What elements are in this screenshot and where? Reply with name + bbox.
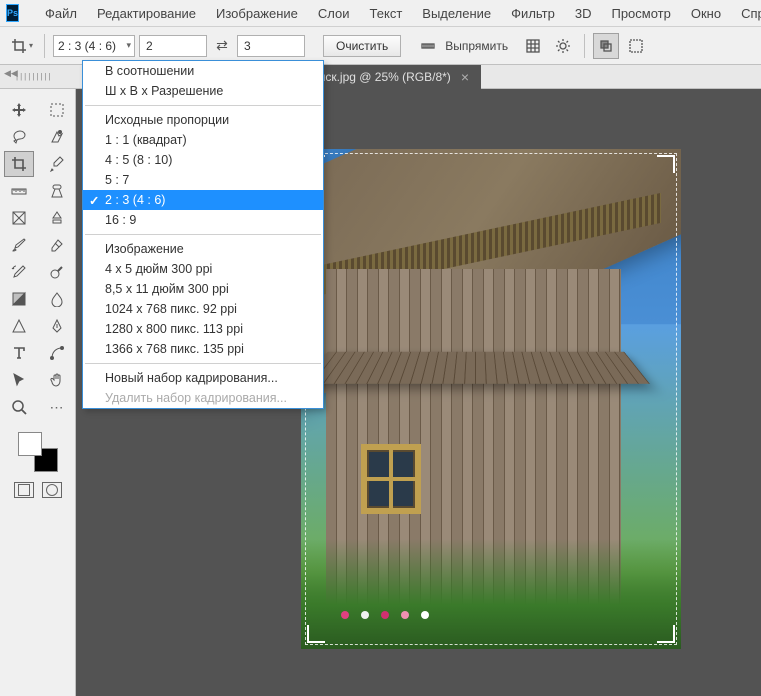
gradient-tool[interactable]: [4, 286, 34, 312]
collapse-panels-icon[interactable]: ◀◀: [4, 68, 18, 79]
chevron-down-icon: ▾: [126, 40, 131, 51]
dd-preset-4x5[interactable]: 4 x 5 дюйм 300 ppi: [83, 259, 323, 279]
menu-file[interactable]: Файл: [35, 0, 87, 27]
content-aware-icon[interactable]: [623, 33, 649, 59]
lasso-tool[interactable]: [4, 124, 34, 150]
foreground-color[interactable]: [18, 432, 42, 456]
dd-new-preset[interactable]: Новый набор кадрирования...: [83, 368, 323, 388]
menu-select[interactable]: Выделение: [412, 0, 501, 27]
hand-tool[interactable]: [42, 367, 72, 393]
type-tool[interactable]: [4, 340, 34, 366]
healing-brush-tool[interactable]: [42, 178, 72, 204]
menu-filter[interactable]: Фильтр: [501, 0, 565, 27]
dd-ratio-mode[interactable]: В соотношении: [83, 61, 323, 81]
dd-ratio-4-5[interactable]: 4 : 5 (8 : 10): [83, 150, 323, 170]
shape-tool[interactable]: [4, 313, 34, 339]
crop-height-input[interactable]: 3: [237, 35, 305, 57]
crop-ratio-value: 2 : 3 (4 : 6): [58, 39, 116, 53]
straighten-label[interactable]: Выпрямить: [445, 39, 508, 53]
crop-tool-preset-icon[interactable]: ▾: [8, 32, 36, 60]
path-tool[interactable]: [42, 340, 72, 366]
crop-handle-bl[interactable]: [307, 625, 325, 643]
eraser-tool[interactable]: [42, 232, 72, 258]
dodge-tool[interactable]: [42, 259, 72, 285]
brush-tool[interactable]: [4, 232, 34, 258]
dd-preset-1280[interactable]: 1280 x 800 пикс. 113 ppi: [83, 319, 323, 339]
divider: [584, 34, 585, 58]
dd-ratio-5-7[interactable]: 5 : 7: [83, 170, 323, 190]
screen-mode-icon[interactable]: [42, 482, 62, 498]
document-tab-title: инск.jpg @ 25% (RGB/8*): [312, 70, 451, 84]
dd-preset-1366[interactable]: 1366 x 768 пикс. 135 ppi: [83, 339, 323, 359]
crop-width-input[interactable]: 2: [139, 35, 207, 57]
eyedropper-tool[interactable]: [42, 151, 72, 177]
menu-text[interactable]: Текст: [360, 0, 413, 27]
app-logo: Ps: [6, 4, 19, 22]
divider: [44, 34, 45, 58]
menu-window[interactable]: Окно: [681, 0, 731, 27]
menu-layer[interactable]: Слои: [308, 0, 360, 27]
menu-view[interactable]: Просмотр: [601, 0, 680, 27]
dd-delete-preset: Удалить набор кадрирования...: [83, 388, 323, 408]
blur-tool[interactable]: [42, 286, 72, 312]
document-image[interactable]: [301, 149, 681, 649]
dd-preset-1024[interactable]: 1024 x 768 пикс. 92 ppi: [83, 299, 323, 319]
color-swatches[interactable]: [18, 432, 58, 472]
toolbox: ⋯: [0, 89, 76, 696]
ruler-tool[interactable]: [4, 178, 34, 204]
dd-ratio-1-1[interactable]: 1 : 1 (квадрат): [83, 130, 323, 150]
pen-tool[interactable]: [42, 313, 72, 339]
delete-cropped-icon[interactable]: [593, 33, 619, 59]
document-tab[interactable]: инск.jpg @ 25% (RGB/8*) ×: [300, 65, 481, 89]
clear-button[interactable]: Очистить: [323, 35, 401, 57]
crop-overlay-icon[interactable]: [520, 33, 546, 59]
dd-image-header[interactable]: Изображение: [83, 239, 323, 259]
move-tool[interactable]: [4, 97, 34, 123]
separator: [85, 363, 321, 364]
close-icon[interactable]: ×: [461, 69, 469, 85]
dd-ratio-16-9[interactable]: 16 : 9: [83, 210, 323, 230]
dd-wxh-mode[interactable]: Ш x В x Разрешение: [83, 81, 323, 101]
history-brush-tool[interactable]: [4, 259, 34, 285]
frame-tool[interactable]: [4, 205, 34, 231]
direct-select-tool[interactable]: [4, 367, 34, 393]
menu-edit[interactable]: Редактирование: [87, 0, 206, 27]
zoom-tool[interactable]: [4, 394, 34, 420]
crop-preset-dropdown-menu: В соотношении Ш x В x Разрешение Исходны…: [82, 60, 324, 409]
crop-settings-icon[interactable]: [550, 33, 576, 59]
clone-stamp-tool[interactable]: [42, 205, 72, 231]
swap-dimensions-icon[interactable]: ⇄: [211, 35, 233, 57]
edit-toolbar[interactable]: ⋯: [42, 394, 72, 420]
menu-3d[interactable]: 3D: [565, 0, 602, 27]
straighten-icon[interactable]: [415, 33, 441, 59]
separator: [85, 234, 321, 235]
crop-handle-tr[interactable]: [657, 155, 675, 173]
crop-tool[interactable]: [4, 151, 34, 177]
quick-select-tool[interactable]: [42, 124, 72, 150]
dd-ratio-2-3[interactable]: 2 : 3 (4 : 6): [83, 190, 323, 210]
dd-original-ratio[interactable]: Исходные пропорции: [83, 110, 323, 130]
crop-ratio-dropdown[interactable]: 2 : 3 (4 : 6) ▾: [53, 35, 135, 57]
marquee-tool[interactable]: [42, 97, 72, 123]
separator: [85, 105, 321, 106]
main-menu-bar: Ps Файл Редактирование Изображение Слои …: [0, 0, 761, 27]
dd-preset-85x11[interactable]: 8,5 x 11 дюйм 300 ppi: [83, 279, 323, 299]
menu-image[interactable]: Изображение: [206, 0, 308, 27]
crop-handle-br[interactable]: [657, 625, 675, 643]
quick-mask-icon[interactable]: [14, 482, 34, 498]
menu-help[interactable]: Справка: [731, 0, 761, 27]
